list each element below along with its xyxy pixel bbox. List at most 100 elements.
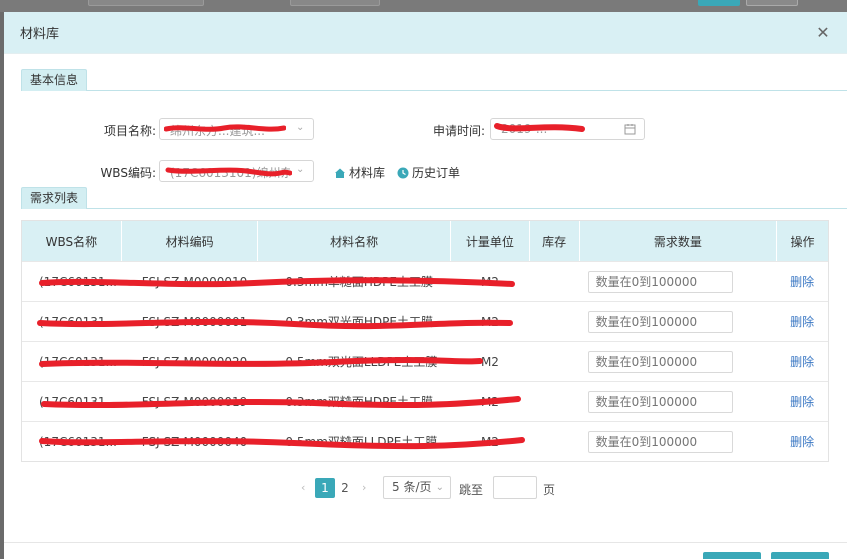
tab-demand-list[interactable]: 需求列表 bbox=[21, 187, 88, 209]
action-cell: 删除 bbox=[777, 382, 828, 421]
column-header-name: 材料名称 bbox=[258, 221, 451, 261]
history-orders-link[interactable]: 历史订单 bbox=[397, 164, 460, 181]
stock-cell bbox=[530, 382, 580, 421]
delete-link[interactable]: 删除 bbox=[790, 313, 814, 330]
material-name-cell: 0.3mm双糙面HDPE土工膜 bbox=[285, 395, 433, 409]
stock-cell bbox=[530, 422, 580, 461]
page-unit-label: 页 bbox=[543, 483, 556, 497]
table-row: (17C60131... FSJ-SZ-M0000019 0.3mm双糙面HDPE土… bbox=[22, 381, 828, 421]
jump-label: 跳至 bbox=[459, 483, 484, 497]
chevron-down-icon: ⌄ bbox=[296, 122, 305, 133]
apply-time-label: 申请时间: bbox=[432, 124, 485, 138]
material-name-cell: 0.3mm双光面HDPE土工膜 bbox=[285, 315, 433, 329]
column-header-stock: 库存 bbox=[530, 221, 580, 261]
column-header-qty: 需求数量 bbox=[580, 221, 778, 261]
quantity-cell bbox=[580, 262, 777, 301]
action-cell: 删除 bbox=[777, 262, 828, 301]
column-header-action: 操作 bbox=[790, 234, 815, 249]
next-page-button[interactable]: › bbox=[362, 481, 366, 494]
column-header-wbs: WBS名称 bbox=[22, 221, 122, 261]
chevron-down-icon: ⌄ bbox=[435, 482, 444, 493]
wbs-value: (17C6013101)绵州东... bbox=[170, 166, 290, 180]
stock-cell bbox=[530, 262, 580, 301]
material-code-cell: FSJ-SZ-M0000020 bbox=[141, 354, 248, 369]
basic-info-tabbar: 基本信息 bbox=[21, 69, 847, 91]
stock-cell bbox=[530, 302, 580, 341]
unit-cell: M2 bbox=[480, 274, 499, 289]
close-icon[interactable]: ✕ bbox=[815, 25, 831, 41]
dialog-title: 材料库 bbox=[20, 27, 60, 42]
quantity-cell bbox=[580, 342, 777, 381]
material-name-cell: 0.5mm双光面LLDPE土工膜 bbox=[285, 355, 438, 369]
jump-page-input[interactable] bbox=[493, 476, 537, 499]
clock-icon bbox=[397, 167, 409, 178]
stock-cell bbox=[530, 342, 580, 381]
column-header-code: 材料编码 bbox=[122, 221, 259, 261]
action-cell: 删除 bbox=[777, 422, 828, 461]
wbs-cell: (17C60131... bbox=[39, 314, 117, 329]
page-size-select[interactable]: 5 条/页 ⌄ bbox=[383, 476, 451, 499]
action-cell: 删除 bbox=[777, 342, 828, 381]
unit-cell: M2 bbox=[480, 394, 499, 409]
table-body: (17C60131... FSJ-SZ-M0000010 0.3mm单糙面HDPE土… bbox=[22, 261, 828, 461]
demand-table: WBS名称 材料编码 材料名称 计量单位 库存 需求数量 操作 (17C6013… bbox=[21, 220, 829, 462]
delete-link[interactable]: 删除 bbox=[790, 273, 814, 290]
background-page bbox=[0, 0, 847, 12]
material-dialog: 材料库 ✕ 基本信息 项目名称: 绵州东方...建筑... ⌄ 申请时间: 20… bbox=[4, 12, 847, 559]
delete-link[interactable]: 删除 bbox=[790, 353, 814, 370]
delete-link[interactable]: 删除 bbox=[790, 393, 814, 410]
wbs-cell: (17C60131... bbox=[39, 434, 117, 449]
project-select[interactable]: 绵州东方...建筑... ⌄ bbox=[159, 118, 314, 140]
home-icon bbox=[335, 168, 345, 178]
table-row: (17C60131... FSJ-SZ-M0000010 0.3mm单糙面HDPE土… bbox=[22, 261, 828, 301]
page-size-value: 5 条/页 bbox=[392, 480, 432, 494]
column-header-unit: 计量单位 bbox=[451, 221, 530, 261]
wbs-cell: (17C60131... bbox=[39, 354, 117, 369]
page-1-button[interactable]: 1 bbox=[315, 478, 335, 498]
dialog-header: 材料库 bbox=[4, 12, 847, 54]
material-code-cell: FSJ-SZ-M0000001 bbox=[141, 314, 248, 329]
prev-page-button[interactable]: ‹ bbox=[301, 481, 305, 494]
material-library-link[interactable]: 材料库 bbox=[334, 164, 385, 181]
delete-link[interactable]: 删除 bbox=[790, 433, 814, 450]
quantity-input[interactable] bbox=[587, 430, 733, 453]
wbs-select[interactable]: (17C6013101)绵州东... ⌄ bbox=[159, 160, 314, 182]
material-name-cell: 0.3mm单糙面HDPE土工膜 bbox=[285, 275, 433, 289]
bg-input bbox=[88, 0, 204, 6]
calendar-icon bbox=[624, 124, 636, 135]
unit-cell: M2 bbox=[480, 354, 499, 369]
table-row: (17C60131... FSJ-SZ-M0000020 0.5mm双光面LLDPE… bbox=[22, 341, 828, 381]
table-header: WBS名称 材料编码 材料名称 计量单位 库存 需求数量 操作 bbox=[22, 221, 828, 261]
footer-divider bbox=[4, 542, 847, 543]
material-code-cell: FSJ-SZ-M0000040 bbox=[141, 434, 248, 449]
history-orders-label: 历史订单 bbox=[412, 166, 461, 180]
unit-cell: M2 bbox=[480, 434, 499, 449]
quantity-input[interactable] bbox=[587, 270, 733, 293]
quantity-cell bbox=[580, 302, 777, 341]
material-code-cell: FSJ-SZ-M0000019 bbox=[141, 394, 248, 409]
action-cell: 删除 bbox=[777, 302, 828, 341]
wbs-cell: (17C60131... bbox=[39, 394, 117, 409]
quantity-input[interactable] bbox=[587, 350, 733, 373]
bg-button bbox=[698, 0, 740, 6]
material-code-cell: FSJ-SZ-M0000010 bbox=[141, 274, 248, 289]
material-name-cell: 0.5mm双糙面LLDPE土工膜 bbox=[285, 435, 438, 449]
tab-basic-info[interactable]: 基本信息 bbox=[21, 69, 88, 91]
quantity-cell bbox=[580, 382, 777, 421]
confirm-button[interactable] bbox=[703, 552, 761, 559]
quantity-input[interactable] bbox=[587, 390, 733, 413]
apply-time-picker[interactable]: 2019-... bbox=[490, 118, 645, 140]
cancel-button[interactable] bbox=[771, 552, 829, 559]
table-row: (17C60131... FSJ-SZ-M0000040 0.5mm双糙面LLDPE… bbox=[22, 421, 828, 461]
chevron-down-icon: ⌄ bbox=[296, 164, 305, 175]
quantity-input[interactable] bbox=[587, 310, 733, 333]
table-row: (17C60131... FSJ-SZ-M0000001 0.3mm双光面HDPE土… bbox=[22, 301, 828, 341]
apply-time-value: 2019-... bbox=[501, 122, 548, 136]
page-2-button[interactable]: 2 bbox=[335, 478, 355, 498]
bg-button bbox=[746, 0, 798, 6]
quantity-cell bbox=[580, 422, 777, 461]
project-value: 绵州东方...建筑... bbox=[170, 124, 265, 138]
material-library-label: 材料库 bbox=[349, 166, 386, 180]
unit-cell: M2 bbox=[480, 314, 499, 329]
wbs-cell: (17C60131... bbox=[39, 274, 117, 289]
